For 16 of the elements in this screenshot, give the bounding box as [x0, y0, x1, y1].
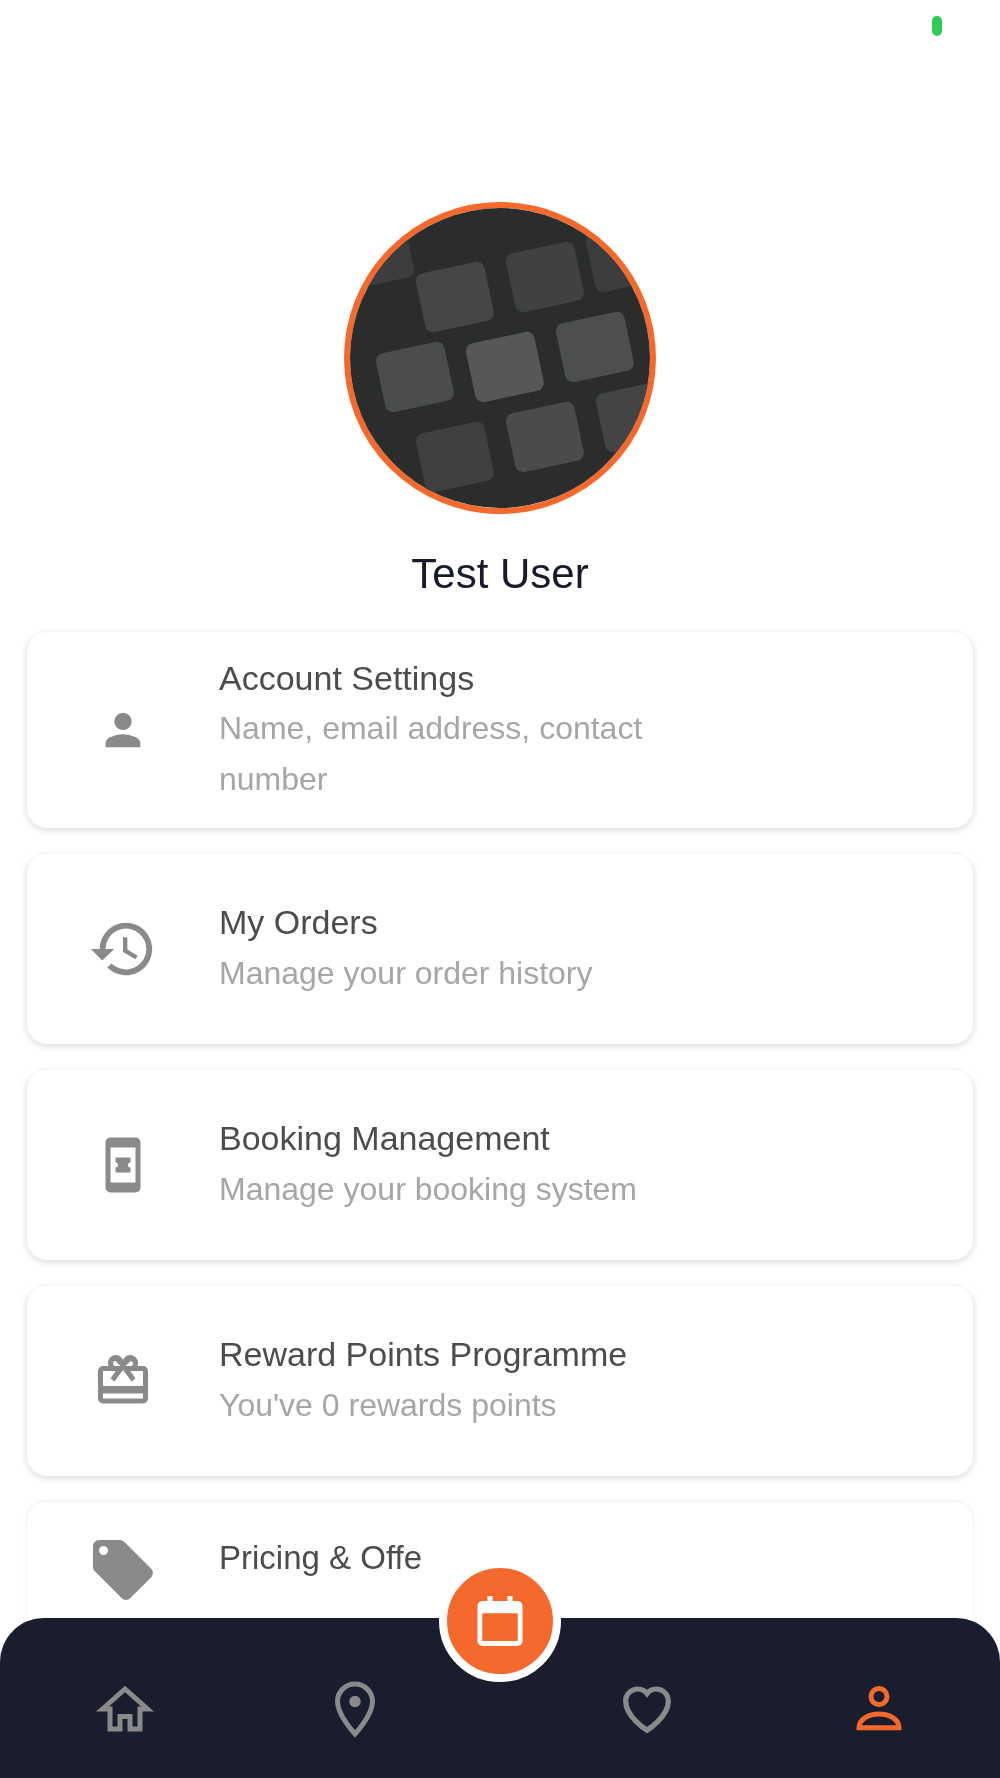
user-name: Test User — [411, 550, 589, 598]
menu-subtitle: Manage your order history — [219, 953, 593, 993]
menu-title: Booking Management — [219, 1118, 551, 1160]
menu-card[interactable]: Booking Management Manage your booking system — [27, 1069, 973, 1260]
menu-title: Pricing & Offe — [219, 1537, 422, 1578]
status-indicator — [932, 16, 942, 36]
menu-title: Account Settings — [219, 658, 476, 699]
menu-subtitle: Name, email address, contact number — [219, 709, 644, 800]
menu-title: My Orders — [219, 902, 379, 944]
menu-card[interactable]: Reward Points Programme You've 0 rewards points — [27, 1285, 973, 1476]
menu-card[interactable]: Account Settings Name, email address, contact number — [27, 632, 973, 828]
menu-subtitle: You've 0 rewards points — [219, 1385, 558, 1425]
menu-card[interactable]: Pricing & Offe — [27, 1501, 973, 1619]
menu-subtitle: Manage your booking system — [219, 1169, 637, 1209]
menu-card[interactable]: My Orders Manage your order history — [27, 853, 973, 1044]
menu-title: Reward Points Programme — [219, 1334, 628, 1376]
